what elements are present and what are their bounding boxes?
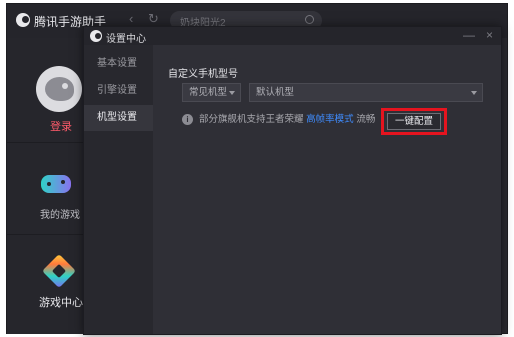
settings-nav: 基本设置 引擎设置 机型设置	[84, 45, 153, 334]
app-sidebar: 登录 我的游戏 游戏中心	[7, 38, 83, 334]
minimize-icon[interactable]: —	[463, 28, 475, 42]
game-center-icon[interactable]	[42, 254, 76, 288]
close-icon[interactable]: ×	[486, 28, 493, 42]
gamepad-dpad	[47, 182, 51, 186]
search-icon[interactable]	[305, 15, 314, 24]
sidebar-divider	[7, 142, 83, 143]
phone-model-select[interactable]: 默认机型	[249, 83, 483, 102]
avatar-icon	[45, 77, 74, 101]
one-click-config-button[interactable]: 一键配置	[387, 113, 441, 130]
info-text: 部分旗舰机支持王者荣耀	[199, 114, 304, 125]
chevron-down-icon	[229, 91, 235, 95]
avatar-eye	[62, 83, 68, 89]
chevron-down-icon	[471, 91, 477, 95]
sidebar-item-my-games[interactable]: 我的游戏	[40, 206, 80, 221]
nav-item-engine-settings[interactable]: 引擎设置	[84, 78, 153, 104]
app-logo-icon	[16, 13, 30, 27]
dialog-logo-icon	[90, 30, 102, 42]
avatar[interactable]	[36, 66, 82, 112]
info-icon: i	[182, 113, 193, 125]
settings-content: 自定义手机型号 常见机型 默认机型 i 部分旗舰机支持王者荣耀 高帧率模式 流畅 …	[153, 45, 501, 334]
phone-category-select[interactable]: 常见机型	[182, 83, 241, 102]
sidebar-divider	[7, 234, 83, 235]
nav-item-model-settings[interactable]: 机型设置	[84, 105, 153, 131]
info-text-suffix: 流畅	[356, 114, 376, 125]
gamepad-button	[61, 180, 65, 184]
high-fps-mode-link[interactable]: 高帧率模式	[306, 114, 354, 125]
refresh-icon[interactable]: ↻	[148, 11, 159, 27]
dialog-header: 设置中心 — ×	[84, 27, 501, 45]
info-row: i 部分旗舰机支持王者荣耀 高帧率模式 流畅	[182, 111, 375, 127]
dialog-title: 设置中心	[106, 34, 146, 45]
phone-category-value: 常见机型	[189, 87, 228, 98]
gamepad-icon[interactable]	[41, 172, 71, 194]
section-title: 自定义手机型号	[168, 69, 238, 80]
gamepad-body	[41, 175, 71, 193]
nav-item-basic-settings[interactable]: 基本设置	[84, 51, 153, 77]
phone-model-value: 默认机型	[256, 87, 295, 98]
settings-dialog: 设置中心 — × 基本设置 引擎设置 机型设置 自定义手机型号 常见机型 默认机…	[83, 26, 502, 335]
sidebar-item-game-center[interactable]: 游戏中心	[39, 294, 83, 310]
back-icon[interactable]: ‹	[129, 11, 133, 26]
login-link[interactable]: 登录	[50, 118, 72, 134]
